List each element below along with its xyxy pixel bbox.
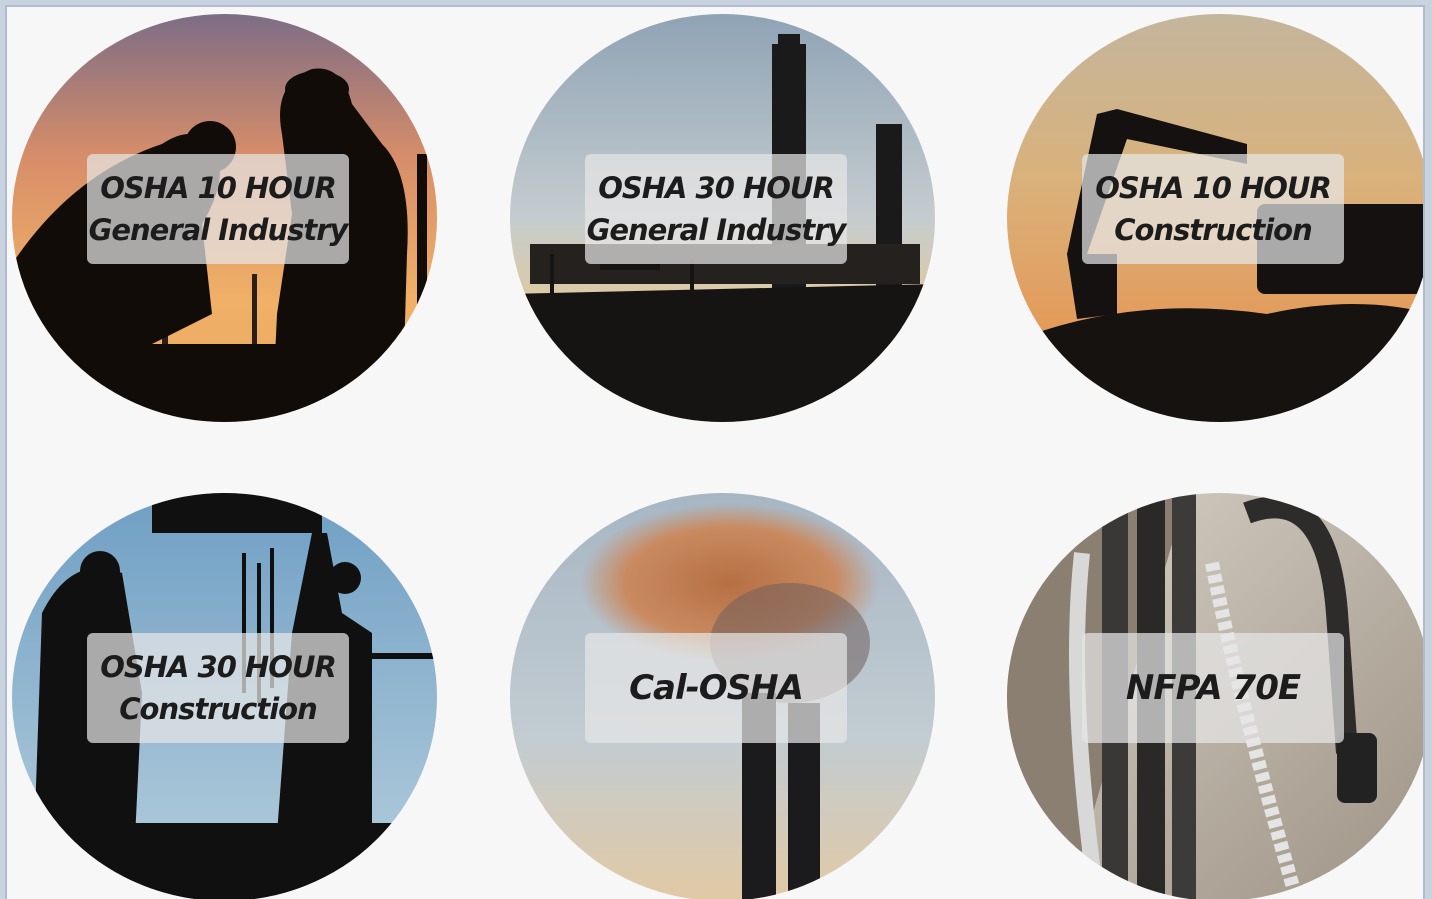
course-tile-osha30-general-industry[interactable]: OSHA 30 HOUR General Industry	[510, 14, 935, 422]
course-subtitle: General Industry	[88, 213, 349, 247]
course-subtitle: General Industry	[586, 213, 847, 247]
course-label: OSHA 10 HOUR General Industry	[87, 154, 349, 264]
course-tile-osha30-construction[interactable]: OSHA 30 HOUR Construction	[12, 493, 437, 899]
course-grid: OSHA 10 HOUR General Industry OSHA 30 HO…	[5, 5, 1425, 899]
course-title: OSHA 10 HOUR	[100, 171, 337, 205]
course-subtitle: Construction	[1114, 213, 1312, 247]
course-label: OSHA 30 HOUR General Industry	[585, 154, 847, 264]
course-label: NFPA 70E	[1082, 633, 1344, 743]
course-subtitle: Construction	[119, 692, 317, 726]
course-title: OSHA 30 HOUR	[598, 171, 835, 205]
course-title: NFPA 70E	[1125, 668, 1301, 708]
course-label: OSHA 10 HOUR Construction	[1082, 154, 1344, 264]
course-label: Cal-OSHA	[585, 633, 847, 743]
course-tile-nfpa-70e[interactable]: NFPA 70E	[1007, 493, 1423, 899]
course-tile-osha10-construction[interactable]: OSHA 10 HOUR Construction	[1007, 14, 1423, 422]
course-tile-cal-osha[interactable]: Cal-OSHA	[510, 493, 935, 899]
course-label: OSHA 30 HOUR Construction	[87, 633, 349, 743]
course-title: Cal-OSHA	[629, 668, 804, 708]
course-title: OSHA 30 HOUR	[100, 650, 337, 684]
course-title: OSHA 10 HOUR	[1095, 171, 1332, 205]
course-tile-osha10-general-industry[interactable]: OSHA 10 HOUR General Industry	[12, 14, 437, 422]
